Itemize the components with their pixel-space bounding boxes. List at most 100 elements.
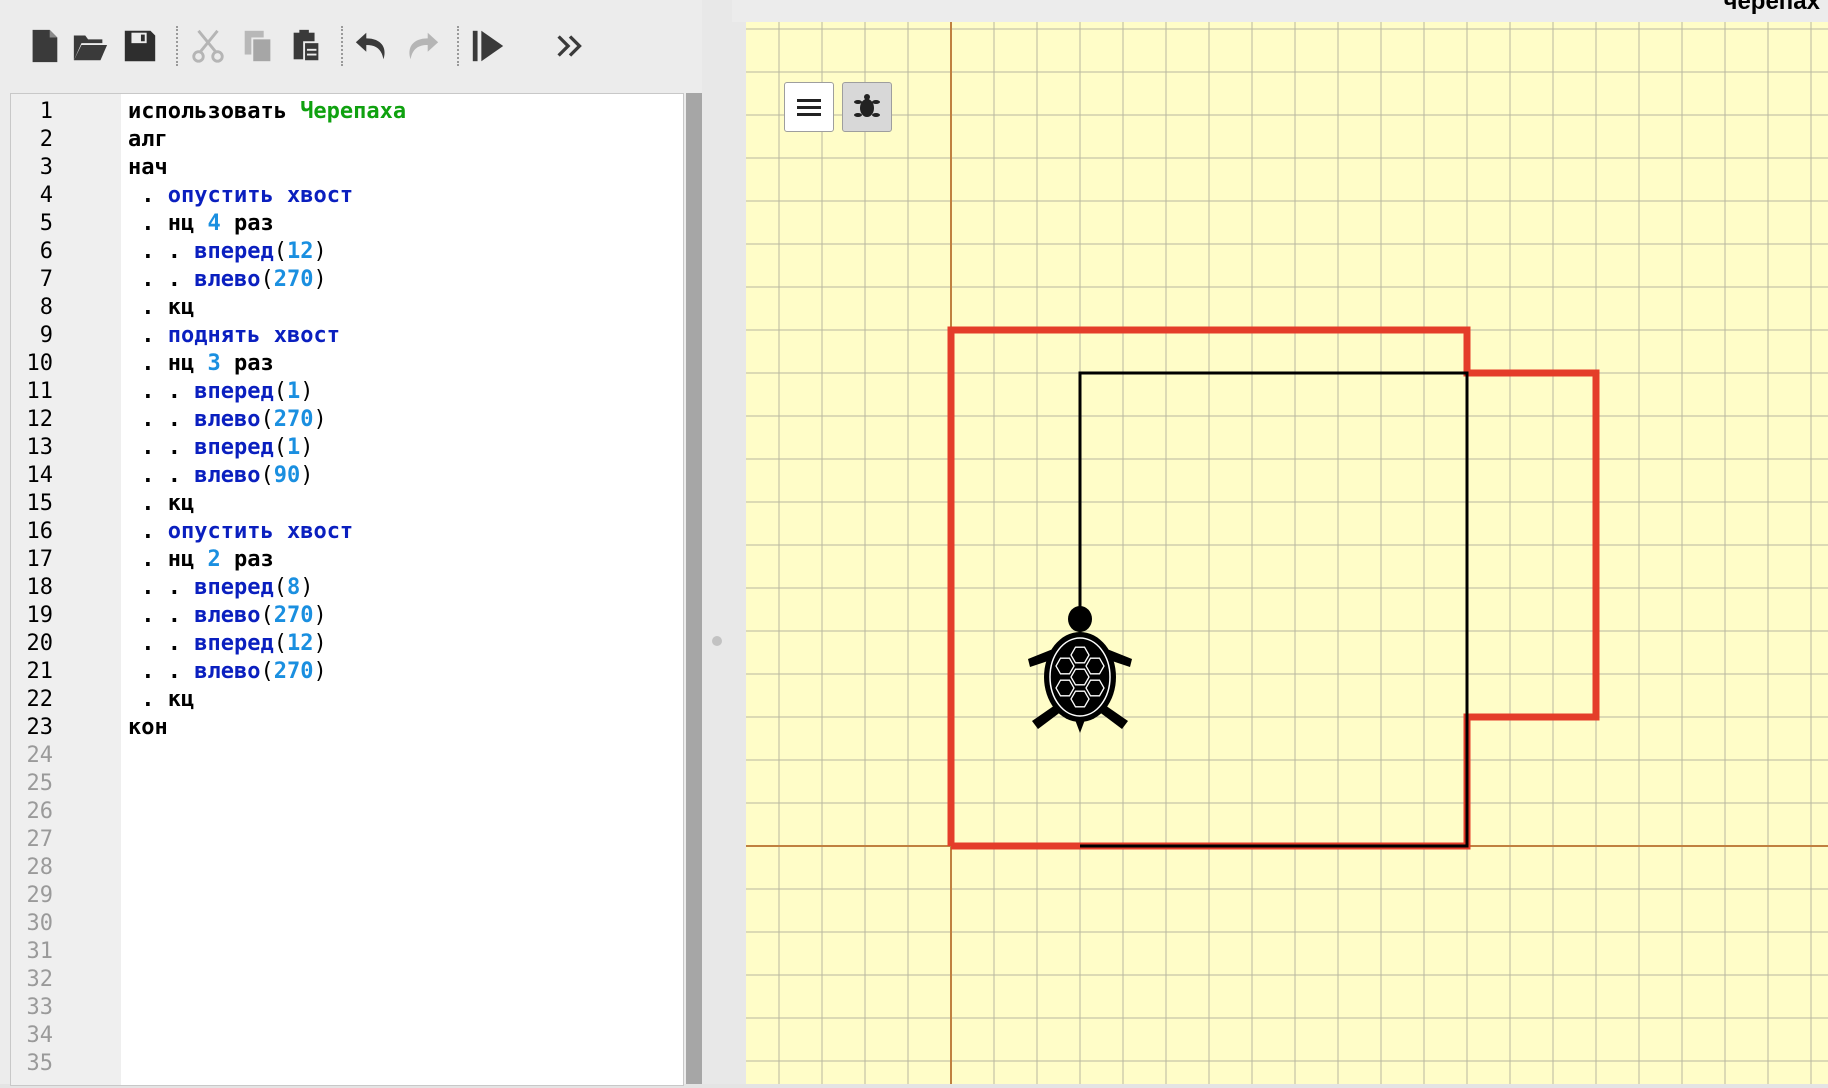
code-token: . . bbox=[128, 575, 195, 600]
code-token: опустить хвост bbox=[167, 519, 354, 544]
line-number: 5 bbox=[39, 211, 53, 236]
line-number: 4 bbox=[39, 183, 53, 208]
line-number: 11 bbox=[26, 379, 54, 404]
code-token: ) bbox=[313, 407, 327, 432]
code-token: ( bbox=[260, 603, 274, 628]
code-line[interactable]: . . влево(270) bbox=[128, 658, 326, 686]
code-token: раз bbox=[220, 351, 274, 376]
code-line[interactable]: . . вперед(1) bbox=[128, 378, 313, 406]
turtle-canvas[interactable] bbox=[746, 22, 1828, 1084]
code-token: . кц bbox=[128, 295, 195, 320]
code-token: ) bbox=[300, 379, 314, 404]
code-token: . . bbox=[128, 435, 195, 460]
undo-icon bbox=[355, 32, 385, 60]
new-file-button[interactable] bbox=[22, 24, 66, 68]
code-line[interactable]: . . влево(270) bbox=[128, 406, 327, 434]
line-number: 27 bbox=[26, 827, 54, 852]
cut-button[interactable] bbox=[186, 24, 230, 68]
code-line[interactable]: . нц 4 раз bbox=[128, 210, 273, 238]
run-step-icon bbox=[472, 30, 504, 62]
code-line[interactable]: кон bbox=[128, 714, 168, 742]
line-number: 26 bbox=[26, 799, 54, 824]
turtle-field[interactable] bbox=[746, 22, 1828, 1084]
code-line[interactable]: . . вперед(1) bbox=[128, 434, 313, 462]
run-step-button[interactable] bbox=[466, 24, 510, 68]
turtle-shell bbox=[1044, 632, 1116, 722]
line-number: 28 bbox=[26, 855, 54, 880]
line-number: 22 bbox=[26, 687, 54, 712]
new-file-icon bbox=[32, 29, 58, 63]
code-line[interactable]: . нц 3 раз bbox=[128, 350, 274, 378]
undo-button[interactable] bbox=[350, 24, 394, 68]
code-line[interactable]: алг bbox=[128, 126, 168, 154]
line-number: 21 bbox=[26, 659, 54, 684]
code-token: ) bbox=[313, 631, 327, 656]
code-token: 4 bbox=[207, 211, 221, 236]
code-token: ( bbox=[273, 239, 287, 264]
line-number: 6 bbox=[39, 239, 53, 264]
copy-button[interactable] bbox=[236, 24, 280, 68]
splitter-handle[interactable] bbox=[712, 636, 722, 646]
cut-icon bbox=[192, 29, 224, 63]
code-line[interactable]: . опустить хвост bbox=[128, 182, 353, 210]
code-token: ( bbox=[260, 267, 274, 292]
code-line[interactable]: . поднять хвост bbox=[128, 322, 340, 350]
open-folder-icon bbox=[73, 35, 108, 61]
line-number: 23 bbox=[26, 715, 54, 740]
code-line[interactable]: . . влево(270) bbox=[128, 266, 327, 294]
save-button[interactable] bbox=[118, 24, 162, 68]
code-line[interactable]: нач bbox=[128, 154, 168, 182]
code-token: опустить хвост bbox=[167, 183, 354, 208]
code-line[interactable]: . . влево(270) bbox=[128, 602, 326, 630]
code-line[interactable]: . . вперед(12) bbox=[128, 630, 327, 658]
turtle-icon bbox=[854, 94, 880, 117]
code-token: ( bbox=[260, 463, 274, 488]
pane-splitter[interactable] bbox=[702, 0, 732, 1084]
code-token: 1 bbox=[286, 379, 301, 404]
code-token: . . bbox=[128, 631, 195, 656]
code-token: ( bbox=[273, 435, 287, 460]
menu-button[interactable] bbox=[784, 82, 834, 132]
code-token: . нц bbox=[128, 547, 208, 572]
line-number: 13 bbox=[26, 435, 54, 460]
code-token: . . bbox=[128, 267, 195, 292]
code-token: Черепаха bbox=[300, 99, 407, 124]
toolbar bbox=[0, 10, 702, 90]
code-token: ) bbox=[313, 267, 327, 292]
line-number: 15 bbox=[26, 491, 54, 516]
code-line[interactable]: . нц 2 раз bbox=[128, 546, 273, 574]
line-number: 9 bbox=[39, 323, 53, 348]
code-line[interactable]: . кц bbox=[128, 686, 194, 714]
open-button[interactable] bbox=[68, 24, 112, 68]
code-token: вперед bbox=[194, 239, 274, 264]
line-number: 16 bbox=[26, 519, 54, 544]
code-token: ( bbox=[260, 659, 274, 684]
code-line[interactable]: . кц bbox=[128, 490, 194, 518]
code-line[interactable]: . . вперед(12) bbox=[128, 238, 326, 266]
code-token: 90 bbox=[273, 463, 301, 488]
code-token: . . bbox=[128, 239, 195, 264]
more-icon bbox=[557, 35, 582, 57]
turtle-head bbox=[1068, 606, 1092, 632]
code-token: 1 bbox=[286, 435, 301, 460]
code-line[interactable]: . кц bbox=[128, 294, 194, 322]
code-line[interactable]: использовать Черепаха bbox=[128, 98, 406, 126]
code-editor[interactable]: 1 2 3 4 5 6 7 8 9 10 11 12 13 14 15 16 17 18 19 20 21 22 23 24 2… bbox=[10, 93, 684, 1086]
code-line[interactable]: . опустить хвост bbox=[128, 518, 353, 546]
code-line[interactable]: . . влево(90) bbox=[128, 462, 313, 490]
code-token: влево bbox=[194, 267, 261, 292]
code-token: ( bbox=[273, 631, 287, 656]
line-number: 33 bbox=[26, 995, 54, 1020]
code-token: влево bbox=[194, 407, 261, 432]
line-number: 32 bbox=[26, 967, 54, 992]
turtle-toggle-button[interactable] bbox=[842, 82, 892, 132]
code-token: ) bbox=[300, 463, 314, 488]
redo-button[interactable] bbox=[400, 24, 444, 68]
more-button[interactable] bbox=[548, 24, 592, 68]
paste-button[interactable] bbox=[284, 24, 328, 68]
code-token: использовать bbox=[128, 99, 301, 124]
code-line[interactable]: . . вперед(8) bbox=[128, 574, 313, 602]
code-token: ( bbox=[260, 407, 274, 432]
code-token: . bbox=[128, 519, 168, 544]
editor-scrollbar[interactable] bbox=[686, 93, 702, 1084]
